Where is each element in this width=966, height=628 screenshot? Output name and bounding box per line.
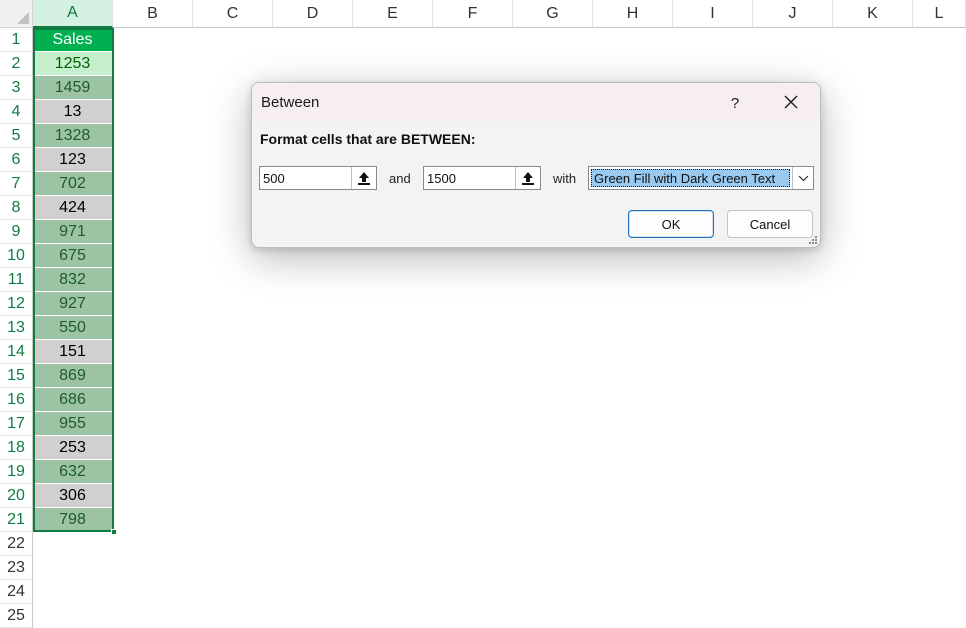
row-header[interactable]: 5 (0, 124, 33, 148)
column-header-d[interactable]: D (273, 0, 353, 28)
cell-a10[interactable]: 675 (33, 244, 113, 268)
lower-bound-value: 500 (263, 171, 285, 186)
between-dialog: Between ? Format cells that are BETWEEN:… (251, 82, 821, 248)
column-header-i[interactable]: I (673, 0, 753, 28)
cell-a2[interactable]: 1253 (33, 52, 113, 76)
row-header[interactable]: 19 (0, 460, 33, 484)
cell-a19[interactable]: 632 (33, 460, 113, 484)
resize-grip-icon[interactable] (808, 235, 818, 245)
column-header-e[interactable]: E (353, 0, 433, 28)
upper-bound-value: 1500 (427, 171, 456, 186)
and-label: and (389, 171, 411, 186)
row-header[interactable]: 15 (0, 364, 33, 388)
cell-a12[interactable]: 927 (33, 292, 113, 316)
row-header[interactable]: 23 (0, 556, 33, 580)
row-header[interactable]: 1 (0, 28, 33, 52)
row-header[interactable]: 24 (0, 580, 33, 604)
column-header-g[interactable]: G (513, 0, 593, 28)
format-selected-value: Green Fill with Dark Green Text (591, 169, 790, 187)
row-header[interactable]: 7 (0, 172, 33, 196)
row-header[interactable]: 4 (0, 100, 33, 124)
format-dropdown-button[interactable] (792, 167, 813, 189)
close-icon (784, 95, 798, 109)
cell-a5[interactable]: 1328 (33, 124, 113, 148)
cell-a15[interactable]: 869 (33, 364, 113, 388)
lower-bound-input[interactable]: 500 (259, 166, 377, 190)
dialog-title: Between (261, 94, 320, 111)
lower-range-picker-button[interactable] (351, 167, 376, 189)
row-header[interactable]: 25 (0, 604, 33, 628)
column-headers: A B C D E F G H I J K L (33, 0, 966, 28)
cell-a16[interactable]: 686 (33, 388, 113, 412)
cell-a17[interactable]: 955 (33, 412, 113, 436)
row-header[interactable]: 3 (0, 76, 33, 100)
cell-a8[interactable]: 424 (33, 196, 113, 220)
row-header[interactable]: 14 (0, 340, 33, 364)
column-header-a[interactable]: A (33, 0, 113, 28)
cell-a11[interactable]: 832 (33, 268, 113, 292)
row-header[interactable]: 12 (0, 292, 33, 316)
row-header[interactable]: 13 (0, 316, 33, 340)
cancel-button[interactable]: Cancel (727, 210, 813, 238)
row-header[interactable]: 16 (0, 388, 33, 412)
upper-bound-input[interactable]: 1500 (423, 166, 541, 190)
cell-a18[interactable]: 253 (33, 436, 113, 460)
column-header-l[interactable]: L (913, 0, 966, 28)
row-header[interactable]: 2 (0, 52, 33, 76)
cell-a6[interactable]: 123 (33, 148, 113, 172)
format-select[interactable]: Green Fill with Dark Green Text (588, 166, 814, 190)
column-header-h[interactable]: H (593, 0, 673, 28)
collapse-dialog-icon (358, 172, 370, 185)
column-header-b[interactable]: B (113, 0, 193, 28)
cell-a1-header[interactable]: Sales (33, 28, 113, 52)
with-label: with (553, 171, 577, 186)
row-header[interactable]: 10 (0, 244, 33, 268)
column-header-j[interactable]: J (753, 0, 833, 28)
chevron-down-icon (798, 175, 808, 181)
close-button[interactable] (777, 89, 805, 115)
cell-a7[interactable]: 702 (33, 172, 113, 196)
dialog-titlebar[interactable]: Between ? (252, 83, 820, 121)
collapse-dialog-icon (522, 172, 534, 185)
cell-a21[interactable]: 798 (33, 508, 113, 532)
row-header[interactable]: 18 (0, 436, 33, 460)
row-header[interactable]: 6 (0, 148, 33, 172)
select-all-corner[interactable] (0, 0, 33, 28)
row-header[interactable]: 11 (0, 268, 33, 292)
ok-button[interactable]: OK (628, 210, 714, 238)
column-header-c[interactable]: C (193, 0, 273, 28)
help-button[interactable]: ? (722, 92, 748, 114)
cell-a14[interactable]: 151 (33, 340, 113, 364)
row-header[interactable]: 20 (0, 484, 33, 508)
cell-a4[interactable]: 13 (33, 100, 113, 124)
upper-range-picker-button[interactable] (515, 167, 540, 189)
row-header[interactable]: 9 (0, 220, 33, 244)
cell-a20[interactable]: 306 (33, 484, 113, 508)
cell-a13[interactable]: 550 (33, 316, 113, 340)
row-header[interactable]: 8 (0, 196, 33, 220)
column-header-k[interactable]: K (833, 0, 913, 28)
row-header[interactable]: 21 (0, 508, 33, 532)
cell-a3[interactable]: 1459 (33, 76, 113, 100)
fill-handle[interactable] (111, 529, 117, 535)
dialog-prompt: Format cells that are BETWEEN: (260, 131, 476, 147)
cell-a9[interactable]: 971 (33, 220, 113, 244)
row-header[interactable]: 17 (0, 412, 33, 436)
column-header-f[interactable]: F (433, 0, 513, 28)
select-all-triangle-icon (17, 12, 29, 24)
row-headers: 1 2 3 4 5 6 7 8 9 10 11 12 13 14 15 16 1… (0, 28, 33, 628)
row-header[interactable]: 22 (0, 532, 33, 556)
